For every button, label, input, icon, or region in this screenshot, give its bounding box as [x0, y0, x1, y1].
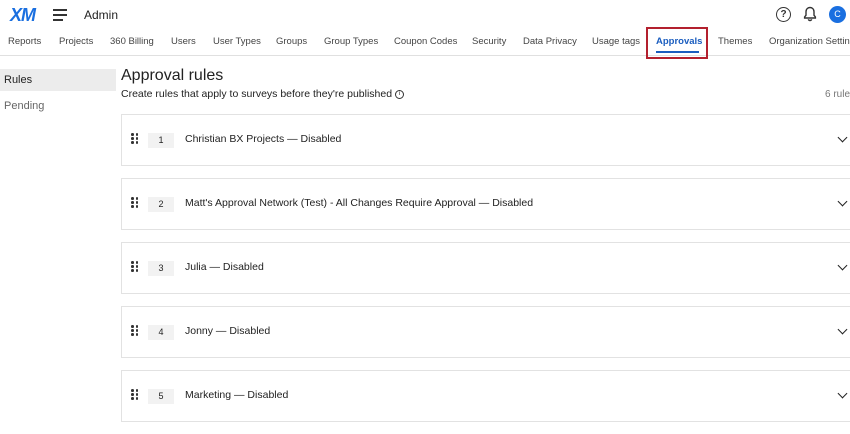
tab-projects[interactable]: Projects	[59, 36, 93, 47]
rule-name: Matt's Approval Network (Test) - All Cha…	[185, 197, 534, 209]
rule-number: 1	[148, 133, 174, 148]
tab-organization-settings[interactable]: Organization Settings	[769, 36, 850, 47]
tab-reports[interactable]: Reports	[8, 36, 41, 47]
chevron-down-icon[interactable]	[837, 324, 848, 335]
rule-card[interactable]: 2 Matt's Approval Network (Test) - All C…	[121, 178, 850, 230]
drag-handle-icon[interactable]	[131, 261, 139, 272]
rule-name: Marketing — Disabled	[185, 389, 289, 401]
main-header: Approval rules Create rules that apply t…	[121, 67, 850, 100]
rule-card[interactable]: 4 Jonny — Disabled	[121, 306, 850, 358]
rule-number: 4	[148, 325, 174, 340]
page-subtitle: Create rules that apply to surveys befor…	[121, 88, 850, 100]
chevron-down-icon[interactable]	[837, 132, 848, 143]
rule-name: Jonny — Disabled	[185, 325, 271, 337]
sidebar-item-rules[interactable]: Rules	[0, 69, 116, 91]
drag-handle-icon[interactable]	[131, 133, 139, 144]
rule-count: 6 rule	[824, 89, 850, 100]
subtitle-text: Create rules that apply to surveys befor…	[121, 88, 393, 100]
help-icon[interactable]: ?	[776, 7, 791, 22]
tab-usage-tags[interactable]: Usage tags	[592, 36, 640, 47]
rule-number: 2	[148, 197, 174, 212]
sidebar: Rules Pending	[0, 69, 116, 121]
tab-360-billing[interactable]: 360 Billing	[110, 36, 154, 47]
rule-name: Julia — Disabled	[185, 261, 264, 273]
rule-card[interactable]: 5 Marketing — Disabled	[121, 370, 850, 422]
tab-groups[interactable]: Groups	[276, 36, 307, 47]
tab-coupon-codes[interactable]: Coupon Codes	[394, 36, 457, 47]
menu-icon[interactable]	[53, 9, 67, 21]
chevron-down-icon[interactable]	[837, 196, 848, 207]
drag-handle-icon[interactable]	[131, 389, 139, 400]
chevron-down-icon[interactable]	[837, 260, 848, 271]
tab-group-types[interactable]: Group Types	[324, 36, 378, 47]
drag-handle-icon[interactable]	[131, 197, 139, 208]
approvals-highlight-box	[646, 27, 708, 59]
tab-themes[interactable]: Themes	[718, 36, 752, 47]
admin-tabs: Reports Projects 360 Billing Users User …	[0, 30, 850, 56]
tab-users[interactable]: Users	[171, 36, 196, 47]
page-title: Approval rules	[121, 67, 224, 84]
chevron-down-icon[interactable]	[837, 388, 848, 399]
rule-number: 3	[148, 261, 174, 276]
rule-name: Christian BX Projects — Disabled	[185, 133, 342, 145]
rule-card[interactable]: 1 Christian BX Projects — Disabled	[121, 114, 850, 166]
rules-list: 1 Christian BX Projects — Disabled 2 Mat…	[121, 114, 850, 434]
app-title: Admin	[84, 8, 119, 22]
tab-user-types[interactable]: User Types	[213, 36, 261, 47]
tab-security[interactable]: Security	[472, 36, 506, 47]
rule-card[interactable]: 3 Julia — Disabled	[121, 242, 850, 294]
user-avatar[interactable]: C	[829, 6, 846, 23]
xm-logo[interactable]: XM	[10, 5, 36, 26]
rule-number: 5	[148, 389, 174, 404]
info-icon[interactable]: i	[395, 89, 405, 99]
notification-bell-icon[interactable]	[803, 6, 817, 22]
tab-data-privacy[interactable]: Data Privacy	[523, 36, 577, 47]
sidebar-item-pending[interactable]: Pending	[0, 95, 116, 117]
top-bar: XM Admin ? C	[0, 0, 850, 30]
drag-handle-icon[interactable]	[131, 325, 139, 336]
